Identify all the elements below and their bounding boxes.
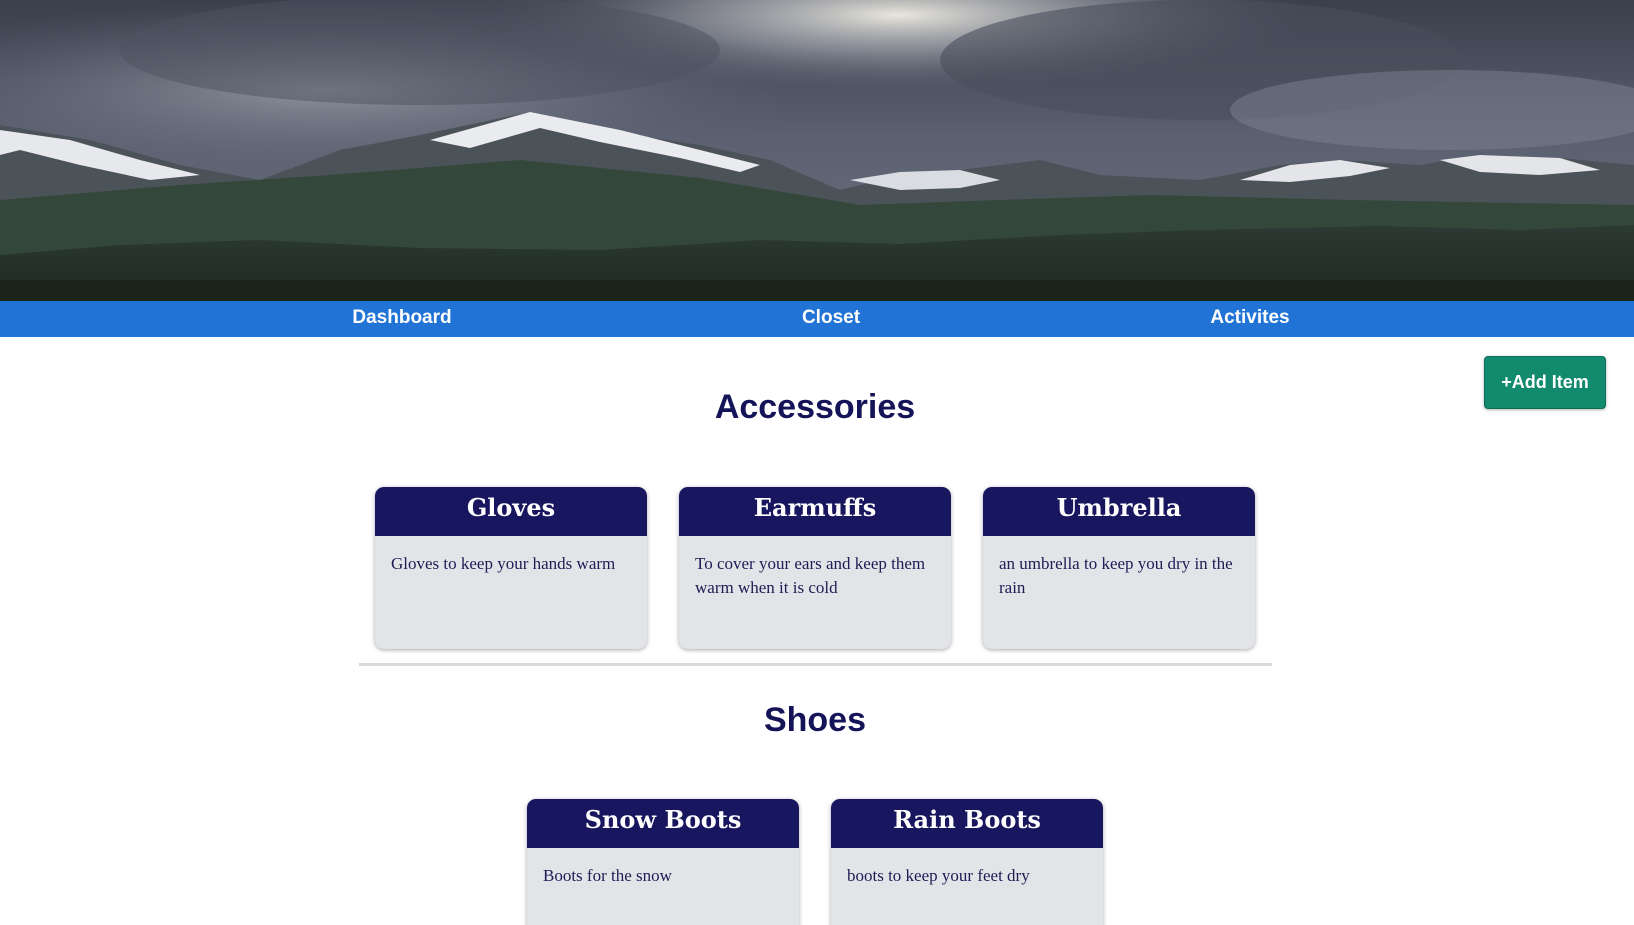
- nav-closet-link[interactable]: Closet: [802, 301, 860, 337]
- item-card-umbrella[interactable]: Umbrella an umbrella to keep you dry in …: [983, 487, 1255, 649]
- item-card-gloves[interactable]: Gloves Gloves to keep your hands warm: [375, 487, 647, 649]
- main-navbar: Dashboard Closet Activites: [0, 301, 1634, 337]
- section-divider: [359, 663, 1272, 666]
- nav-dashboard-link[interactable]: Dashboard: [352, 301, 451, 337]
- hero-banner-image: [0, 0, 1634, 301]
- item-card-earmuffs[interactable]: Earmuffs To cover your ears and keep the…: [679, 487, 951, 649]
- item-card-title: Earmuffs: [679, 487, 951, 536]
- item-card-snow-boots[interactable]: Snow Boots Boots for the snow: [527, 799, 799, 925]
- item-card-description: an umbrella to keep you dry in the rain: [999, 554, 1233, 597]
- item-card-description: Boots for the snow: [543, 866, 672, 885]
- item-card-rain-boots[interactable]: Rain Boots boots to keep your feet dry: [831, 799, 1103, 925]
- item-card-description: To cover your ears and keep them warm wh…: [695, 554, 926, 597]
- item-card-description: boots to keep your feet dry: [847, 866, 1030, 885]
- item-card-description: Gloves to keep your hands warm: [391, 554, 616, 573]
- item-card-title: Snow Boots: [527, 799, 799, 848]
- section-title-accessories: Accessories: [714, 388, 916, 426]
- nav-activities-link[interactable]: Activites: [1210, 301, 1289, 337]
- item-card-title: Gloves: [375, 487, 647, 536]
- item-card-title: Umbrella: [983, 487, 1255, 536]
- item-card-title: Rain Boots: [831, 799, 1103, 848]
- section-title-shoes: Shoes: [763, 701, 867, 739]
